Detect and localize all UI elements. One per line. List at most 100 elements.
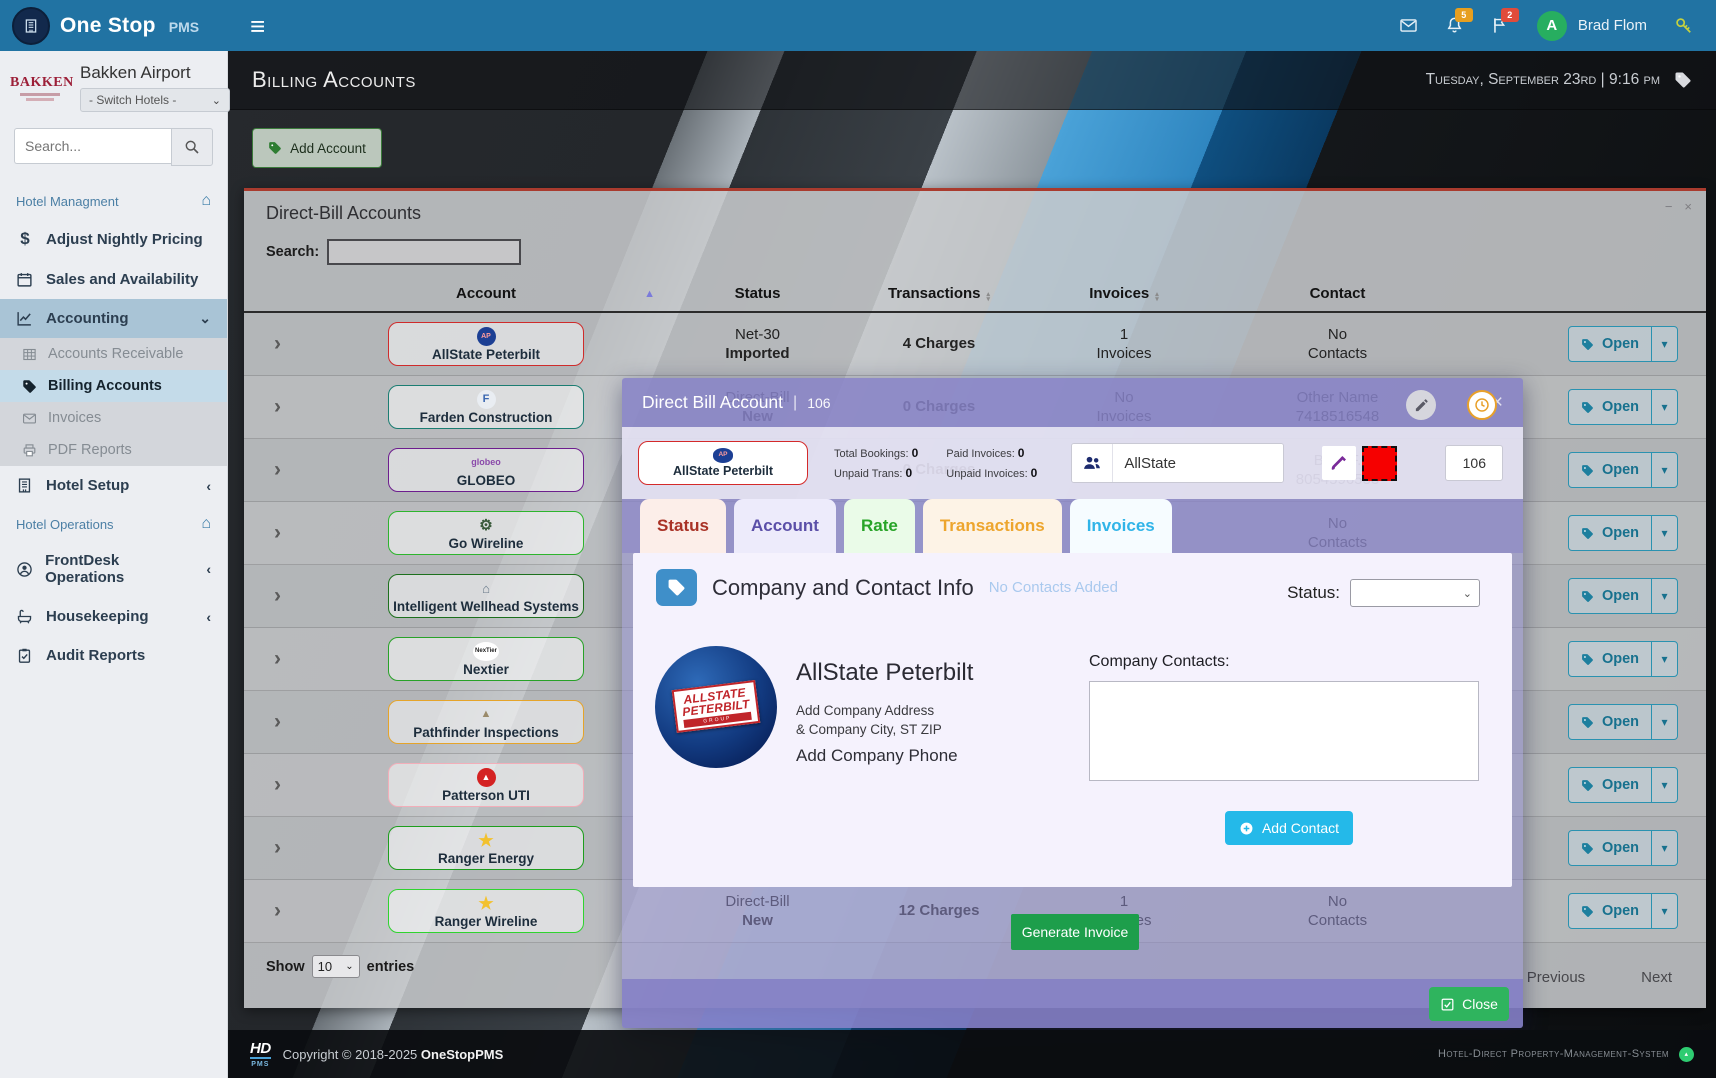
account-button[interactable]: ⌂ Intelligent Wellhead Systems xyxy=(388,574,584,618)
sidebar-item-label: Sales and Availability xyxy=(46,271,198,288)
column-header-status[interactable]: Status xyxy=(661,285,854,302)
open-dropdown-caret[interactable]: ▾ xyxy=(1651,768,1677,802)
account-button[interactable]: F Farden Construction xyxy=(388,385,584,429)
home-icon[interactable]: ⌂ xyxy=(201,515,211,533)
company-address-placeholder[interactable]: Add Company Address & Company City, ST Z… xyxy=(796,702,942,740)
open-dropdown-caret[interactable]: ▾ xyxy=(1651,579,1677,613)
modal-account-button[interactable]: AP AllState Peterbilt xyxy=(638,441,808,485)
sidebar-item-sales-availability[interactable]: Sales and Availability xyxy=(0,260,227,299)
flags-alerts[interactable]: 2 xyxy=(1491,16,1510,35)
history-clock-button[interactable] xyxy=(1467,390,1497,420)
modal-tab[interactable]: Status xyxy=(640,499,726,553)
row-expand-chevron[interactable]: › xyxy=(244,395,311,419)
row-expand-chevron[interactable]: › xyxy=(244,773,311,797)
user-avatar[interactable]: A xyxy=(1537,11,1567,41)
modal-tab[interactable]: Account xyxy=(734,499,836,553)
open-dropdown-caret[interactable]: ▾ xyxy=(1651,390,1677,424)
open-button[interactable]: Open xyxy=(1569,705,1651,739)
sidebar-item-hotel-setup[interactable]: Hotel Setup ‹ xyxy=(0,466,227,505)
sidebar-item-audit-reports[interactable]: Audit Reports xyxy=(0,636,227,675)
account-button[interactable]: ▲ Pathfinder Inspections xyxy=(388,700,584,744)
panel-minimize-icon[interactable]: − xyxy=(1665,199,1673,214)
open-dropdown-caret[interactable]: ▾ xyxy=(1651,327,1677,361)
account-number-input[interactable] xyxy=(1445,445,1503,481)
row-expand-chevron[interactable]: › xyxy=(244,521,311,545)
sidebar-search-button[interactable] xyxy=(171,128,213,166)
open-dropdown-caret[interactable]: ▾ xyxy=(1651,894,1677,928)
company-contacts-textarea[interactable] xyxy=(1089,681,1479,781)
open-button[interactable]: Open xyxy=(1569,327,1651,361)
modal-tab[interactable]: Transactions xyxy=(923,499,1062,553)
account-button[interactable]: AP AllState Peterbilt xyxy=(388,322,584,366)
open-dropdown-caret[interactable]: ▾ xyxy=(1651,453,1677,487)
sidebar-item-frontdesk-operations[interactable]: FrontDesk Operations ‹ xyxy=(0,541,227,597)
account-button[interactable]: ▲ Patterson UTI xyxy=(388,763,584,807)
modal-close-button[interactable]: Close xyxy=(1429,987,1509,1021)
column-header-transactions[interactable]: Transactions▴▾ xyxy=(854,285,1024,302)
sidebar-item-invoices[interactable]: Invoices xyxy=(0,402,227,434)
sidebar-item-housekeeping[interactable]: Housekeeping ‹ xyxy=(0,597,227,636)
column-header-invoices[interactable]: Invoices▴▾ xyxy=(1024,285,1224,302)
account-button[interactable]: ★ Ranger Energy xyxy=(388,826,584,870)
table-search-input[interactable] xyxy=(327,239,521,265)
app-brand[interactable]: One Stop PMS xyxy=(0,7,228,45)
sidebar-item-pdf-reports[interactable]: PDF Reports xyxy=(0,434,227,466)
panel-close-icon[interactable]: × xyxy=(1684,199,1692,214)
open-dropdown-caret[interactable]: ▾ xyxy=(1651,516,1677,550)
column-header-account[interactable]: Account ▲ xyxy=(311,285,661,302)
open-button[interactable]: Open xyxy=(1569,453,1651,487)
sidebar-item-adjust-nightly-pricing[interactable]: $ Adjust Nightly Pricing xyxy=(0,218,227,260)
modal-tab[interactable]: Invoices xyxy=(1070,499,1172,553)
sidebar-item-accounting[interactable]: Accounting ⌄ xyxy=(0,299,227,338)
row-expand-chevron[interactable]: › xyxy=(244,710,311,734)
status-select[interactable]: ⌄ xyxy=(1350,579,1480,607)
row-expand-chevron[interactable]: › xyxy=(244,647,311,671)
pagination-next[interactable]: Next xyxy=(1641,969,1672,986)
hamburger-menu-icon[interactable]: ≡ xyxy=(250,13,265,39)
modal-tab[interactable]: Rate xyxy=(844,499,915,553)
page-size-select[interactable]: 10 ⌄ xyxy=(312,955,360,978)
chevron-down-icon: ⌄ xyxy=(1463,587,1472,600)
messages-icon[interactable] xyxy=(1399,16,1418,35)
account-button[interactable]: ⚙ Go Wireline xyxy=(388,511,584,555)
pagination-previous[interactable]: Previous xyxy=(1527,969,1585,986)
row-expand-chevron[interactable]: › xyxy=(244,332,311,356)
open-button[interactable]: Open xyxy=(1569,768,1651,802)
open-button[interactable]: Open xyxy=(1569,390,1651,424)
row-expand-chevron[interactable]: › xyxy=(244,836,311,860)
open-button[interactable]: Open xyxy=(1569,516,1651,550)
switch-hotels-select[interactable]: - Switch Hotels - ⌄ xyxy=(80,88,230,112)
user-name[interactable]: Brad Flom xyxy=(1578,17,1647,34)
sidebar-item-accounts-receivable[interactable]: Accounts Receivable xyxy=(0,338,227,370)
add-account-button[interactable]: Add Account xyxy=(252,128,382,168)
row-expand-chevron[interactable]: › xyxy=(244,458,311,482)
paintbrush-icon[interactable] xyxy=(1322,446,1356,480)
open-dropdown-caret[interactable]: ▾ xyxy=(1651,642,1677,676)
tag-icon[interactable] xyxy=(1674,71,1692,89)
account-button[interactable]: globeo GLOBEO xyxy=(388,448,584,492)
column-header-contact[interactable]: Contact xyxy=(1224,285,1451,302)
row-expand-chevron[interactable]: › xyxy=(244,899,311,923)
account-name: Nextier xyxy=(463,662,509,677)
open-dropdown-caret[interactable]: ▾ xyxy=(1651,705,1677,739)
sidebar-item-billing-accounts[interactable]: Billing Accounts xyxy=(0,370,227,402)
add-contact-button[interactable]: Add Contact xyxy=(1225,811,1353,845)
company-phone-placeholder[interactable]: Add Company Phone xyxy=(796,746,958,766)
home-icon[interactable]: ⌂ xyxy=(201,192,211,210)
edit-pencil-button[interactable] xyxy=(1406,390,1436,420)
open-button[interactable]: Open xyxy=(1569,642,1651,676)
account-button[interactable]: ★ Ranger Wireline xyxy=(388,889,584,933)
sidebar-search-input[interactable] xyxy=(14,128,171,164)
company-logo-badge: ALLSTATE PETERBILT GROUP xyxy=(672,680,760,733)
account-button[interactable]: NexTier Nextier xyxy=(388,637,584,681)
key-lock-icon[interactable] xyxy=(1674,16,1694,36)
open-button[interactable]: Open xyxy=(1569,579,1651,613)
open-button[interactable]: Open xyxy=(1569,831,1651,865)
row-expand-chevron[interactable]: › xyxy=(244,584,311,608)
account-name-input[interactable] xyxy=(1113,444,1283,482)
generate-invoice-button[interactable]: Generate Invoice xyxy=(1011,914,1139,950)
notifications-bell[interactable]: 5 xyxy=(1445,16,1464,35)
open-dropdown-caret[interactable]: ▾ xyxy=(1651,831,1677,865)
open-button[interactable]: Open xyxy=(1569,894,1651,928)
color-swatch[interactable] xyxy=(1362,446,1397,481)
